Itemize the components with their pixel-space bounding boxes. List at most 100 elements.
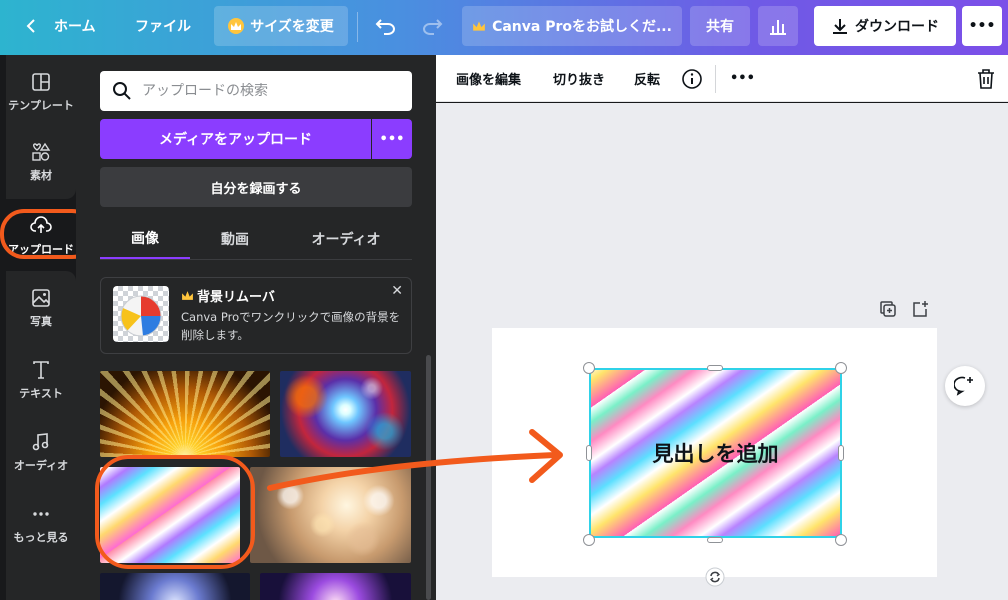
tab-divider	[100, 259, 412, 260]
topbar-divider	[357, 12, 358, 42]
trash-icon	[978, 68, 994, 89]
close-icon[interactable]: ✕	[391, 283, 403, 299]
tab-label: オーディオ	[311, 232, 381, 248]
upload-media-label: メディアをアップロード	[158, 132, 313, 148]
upload-thumbnail[interactable]	[280, 371, 411, 457]
edit-image-label: 画像を編集	[456, 73, 522, 88]
upload-thumbnail[interactable]	[260, 573, 411, 600]
search-box[interactable]	[100, 71, 412, 111]
selected-image-element[interactable]: 見出しを追加	[589, 368, 842, 538]
sidebar-item-label: テンプレート	[8, 99, 74, 112]
download-icon	[833, 19, 847, 34]
sidebar-item-label: テキスト	[19, 387, 63, 400]
delete-button[interactable]	[976, 55, 996, 102]
edit-image-button[interactable]: 画像を編集	[456, 55, 521, 102]
flip-label: 反転	[634, 73, 661, 88]
sidebar-item-label: 素材	[30, 169, 52, 182]
annotation-circle-thumbnail	[95, 455, 255, 569]
promo-title-text: 背景リムーバ	[197, 290, 275, 305]
resize-handle[interactable]	[838, 445, 844, 461]
music-icon	[32, 433, 49, 451]
sidebar-item-elements[interactable]: 素材	[6, 131, 76, 193]
beach-ball-icon	[120, 295, 162, 337]
crop-button[interactable]: 切り抜き	[553, 55, 605, 102]
resize-button[interactable]: サイズを変更	[214, 6, 348, 46]
crown-icon	[473, 21, 485, 31]
file-label: ファイル	[135, 19, 191, 35]
upload-thumbnail[interactable]	[250, 467, 411, 563]
duplicate-page-icon[interactable]	[879, 300, 897, 318]
uploads-panel: メディアをアップロード ••• 自分を録画する 画像 動画 オーディオ	[76, 55, 436, 600]
redo-button[interactable]	[412, 6, 452, 46]
share-label: 共有	[706, 19, 734, 35]
more-dots-icon: •••	[379, 131, 405, 147]
redo-icon	[423, 19, 443, 35]
upload-media-button[interactable]: メディアをアップロード	[100, 119, 371, 159]
more-options-button[interactable]: •••	[962, 6, 1002, 46]
search-input[interactable]	[142, 83, 392, 99]
rotate-button[interactable]	[704, 566, 726, 588]
crop-label: 切り抜き	[553, 73, 606, 88]
page-actions	[879, 300, 929, 318]
resize-handle[interactable]	[583, 534, 595, 546]
upload-options-button[interactable]: •••	[372, 119, 412, 159]
rotate-icon	[705, 567, 725, 587]
tab-audio[interactable]: オーディオ	[280, 219, 412, 259]
resize-handle[interactable]	[707, 537, 723, 543]
promo-description: Canva Proでワンクリックで画像の背景を削除します。	[181, 310, 401, 342]
bg-remover-promo-card[interactable]: 背景リムーバ Canva Proでワンクリックで画像の背景を削除します。 ✕	[100, 277, 412, 354]
more-dots-icon: •••	[968, 18, 996, 34]
chevron-left-icon	[26, 19, 35, 33]
resize-handle[interactable]	[835, 534, 847, 546]
sidebar-item-text[interactable]: テキスト	[6, 349, 76, 411]
more-dots-icon	[33, 512, 49, 516]
tab-label: 動画	[221, 232, 249, 248]
share-button[interactable]: 共有	[690, 6, 750, 46]
info-button[interactable]	[681, 55, 703, 102]
undo-icon	[375, 19, 395, 35]
panel-scrollbar[interactable]	[426, 355, 431, 600]
insights-button[interactable]	[758, 6, 798, 46]
more-dots-icon: •••	[730, 71, 755, 86]
resize-handle[interactable]	[586, 445, 592, 461]
photo-icon	[32, 289, 50, 307]
record-label: 自分を録画する	[210, 181, 302, 197]
more-tools-button[interactable]: •••	[730, 55, 755, 102]
flip-button[interactable]: 反転	[634, 55, 660, 102]
home-button[interactable]: ホーム	[20, 6, 110, 46]
sidebar-item-templates[interactable]: テンプレート	[6, 61, 76, 123]
toolbar-divider	[715, 65, 716, 93]
canva-pro-trial-button[interactable]: Canva Proをお試しくだ...	[462, 6, 682, 46]
file-menu-button[interactable]: ファイル	[124, 6, 202, 46]
elements-icon	[32, 142, 51, 161]
download-button[interactable]: ダウンロード	[814, 6, 956, 46]
design-page[interactable]: 見出しを追加	[492, 328, 937, 587]
tab-images[interactable]: 画像	[100, 219, 190, 259]
media-tabs: 画像 動画 オーディオ	[100, 219, 412, 260]
template-icon	[32, 73, 50, 91]
sidebar-item-audio[interactable]: オーディオ	[6, 421, 76, 483]
top-bar: ホーム ファイル サイズを変更 Canva Proをお試しくだ... 共有 ダウ…	[0, 0, 1008, 55]
sidebar-item-more[interactable]: もっと見る	[6, 493, 76, 555]
resize-handle[interactable]	[583, 362, 595, 374]
left-sidebar: テンプレート 素材 アップロード 写真 テキスト オーディオ もっと見る	[6, 55, 76, 600]
add-page-icon[interactable]	[911, 300, 929, 318]
crown-icon	[228, 18, 245, 34]
tab-videos[interactable]: 動画	[190, 219, 280, 259]
promo-title: 背景リムーバ	[181, 286, 275, 305]
crown-icon	[182, 291, 193, 300]
editor-canvas-area: 見出しを追加	[436, 103, 1008, 600]
record-yourself-button[interactable]: 自分を録画する	[100, 167, 412, 207]
undo-button[interactable]	[366, 6, 406, 46]
upload-thumbnail[interactable]	[100, 573, 250, 600]
sidebar-item-photos[interactable]: 写真	[6, 277, 76, 339]
upload-thumbnail[interactable]	[100, 371, 270, 457]
resize-handle[interactable]	[707, 365, 723, 371]
resize-handle[interactable]	[835, 362, 847, 374]
tab-label: 画像	[131, 231, 159, 247]
comment-button[interactable]	[945, 366, 985, 406]
heading-text[interactable]: 見出しを追加	[591, 370, 840, 536]
search-icon	[113, 82, 131, 100]
download-label: ダウンロード	[855, 19, 939, 35]
sidebar-item-label: オーディオ	[13, 459, 69, 472]
